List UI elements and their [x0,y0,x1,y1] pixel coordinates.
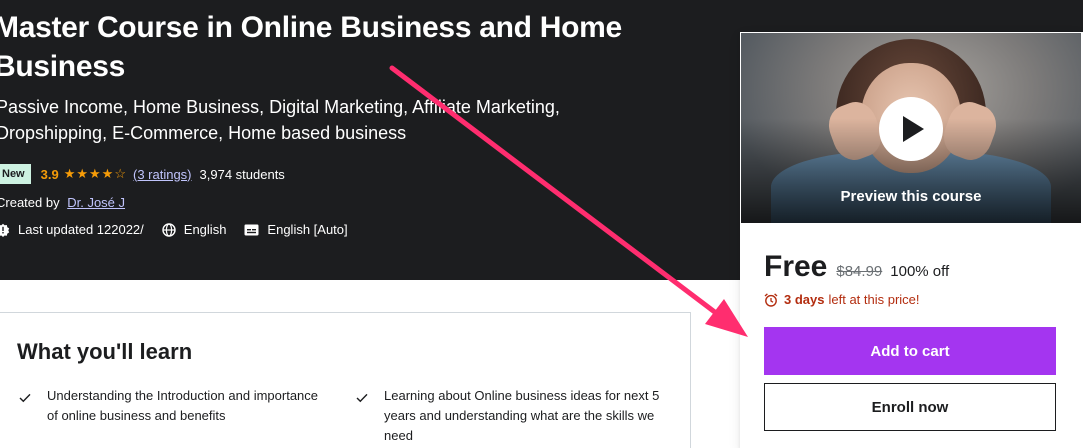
learn-item-text: Learning about Online business ideas for… [384,388,660,443]
created-by-row: Created by Dr. José J [0,195,125,210]
original-price: $84.99 [836,263,883,280]
learn-item-text: Understanding the Introduction and impor… [47,388,319,423]
rating-row: New 3.9 ★★★★☆ (3 ratings) 3,974 students [0,163,285,185]
new-badge: New [0,164,31,184]
check-icon [356,386,368,446]
purchase-sidebar: Preview this course Free $84.99 100% off… [740,32,1083,448]
play-icon [903,116,924,142]
created-by-label: Created by [0,195,60,210]
ratings-link[interactable]: (3 ratings) [133,167,192,182]
rating-value: 3.9 [40,166,59,182]
globe-icon [162,222,176,237]
alert-badge-icon [0,223,10,237]
list-item: Learning about Online business ideas for… [356,386,676,446]
captions-icon [244,224,259,235]
current-price: Free [764,250,828,283]
play-button[interactable] [879,97,943,161]
captions-item: English [Auto] [244,222,348,237]
author-link[interactable]: Dr. José J [67,195,125,210]
discount-timer: 3 days left at this price! [764,292,920,307]
add-to-cart-button[interactable]: Add to cart [764,327,1056,375]
list-item: Understanding the Introduction and impor… [19,386,329,426]
last-updated-text: Last updated 122022/ [18,222,144,237]
timer-text: left at this price! [828,292,920,307]
preview-label: Preview this course [840,188,982,205]
learn-title: What you'll learn [17,339,193,364]
course-preview-video[interactable]: Preview this course [741,33,1081,223]
price-row: Free $84.99 100% off [764,250,949,284]
alarm-clock-icon [764,292,778,307]
course-meta-row: Last updated 122022/ English English [Au… [0,222,366,237]
course-title: Master Course in Online Business and Hom… [0,11,622,83]
language-text: English [183,222,227,237]
language-item: English [162,222,227,237]
timer-days: 3 days [784,292,825,307]
students-count: 3,974 students [199,166,285,182]
captions-text: English [Auto] [267,222,348,237]
course-subtitle: Passive Income, Home Business, Digital M… [0,97,560,143]
discount-percent: 100% off [890,263,950,280]
last-updated-item: Last updated 122022/ [0,222,144,237]
rating-stars-icon: ★★★★☆ [63,166,127,181]
check-icon [19,386,31,426]
enroll-now-button[interactable]: Enroll now [764,383,1056,431]
course-landing-page: Master Course in Online Business and Hom… [0,0,1083,448]
what-youll-learn-section: What you'll learn Understanding the Intr… [0,312,691,448]
